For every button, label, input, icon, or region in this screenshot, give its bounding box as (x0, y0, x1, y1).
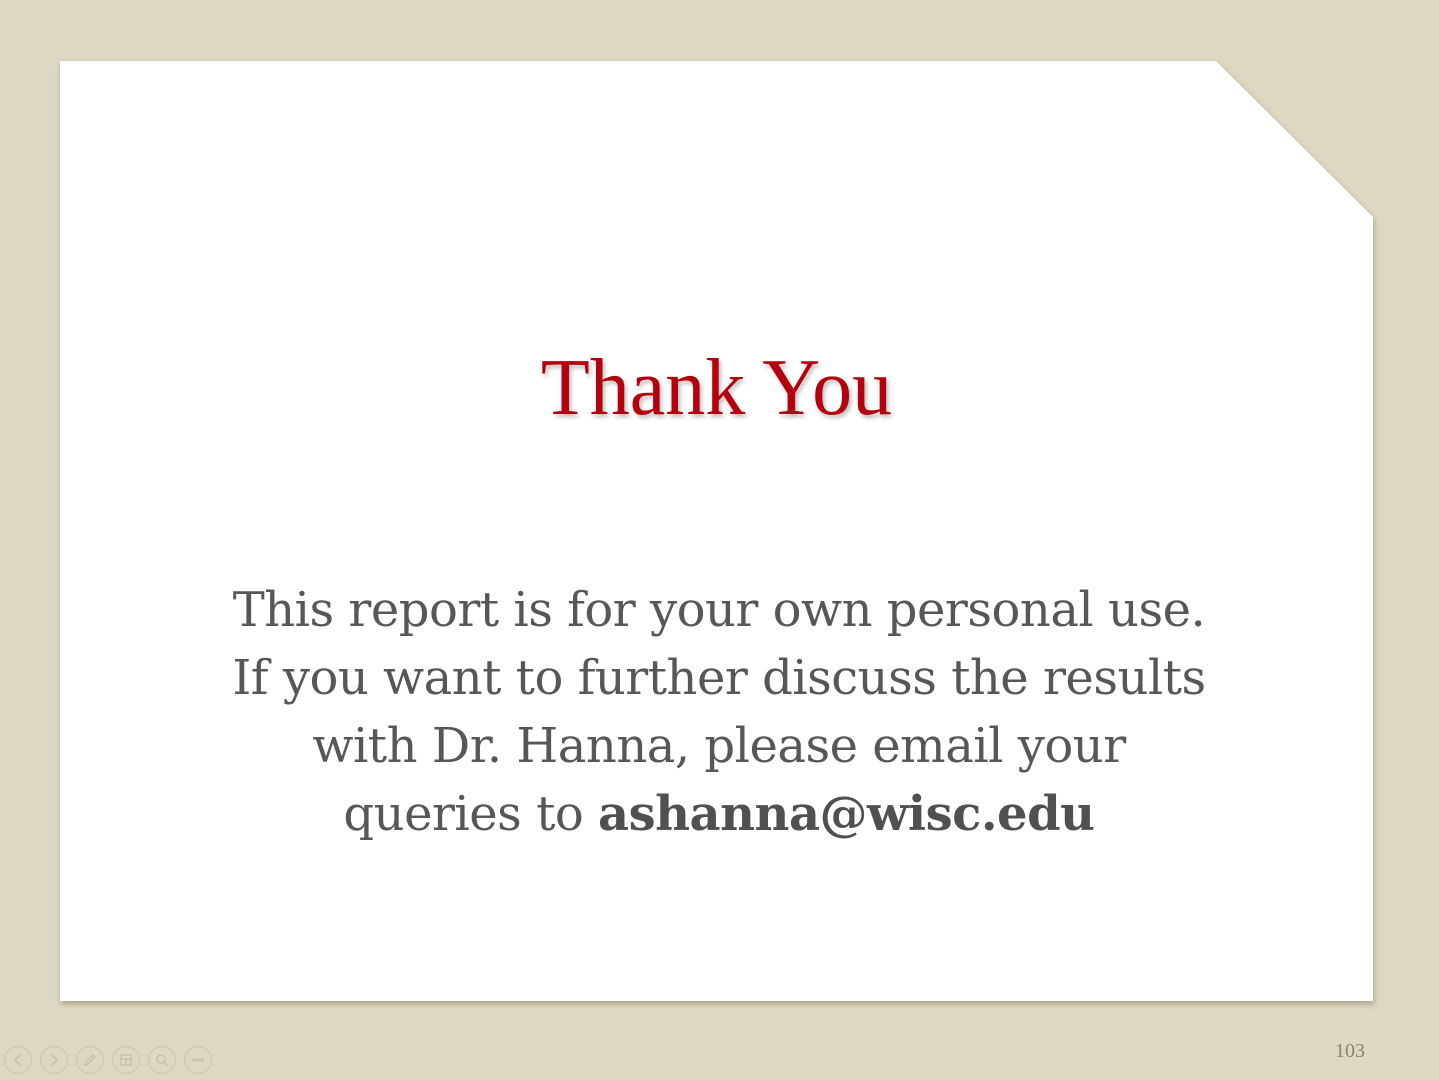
see-all-slides-button[interactable] (112, 1046, 140, 1074)
slide-body: This report is for your own personal use… (160, 576, 1278, 848)
previous-slide-button[interactable] (4, 1046, 32, 1074)
body-line-prefix: queries to (343, 786, 599, 842)
slide-frame: Thank You This report is for your own pe… (60, 61, 1373, 1001)
more-options-button[interactable] (184, 1046, 212, 1074)
grid-icon (120, 1054, 132, 1066)
pen-tool-button[interactable] (76, 1046, 104, 1074)
magnifier-icon (156, 1054, 169, 1067)
zoom-button[interactable] (148, 1046, 176, 1074)
body-line: This report is for your own personal use… (232, 582, 1206, 638)
arrow-right-icon (51, 1054, 59, 1066)
pen-icon (83, 1054, 96, 1067)
page-number: 103 (1335, 1040, 1365, 1062)
slide: Thank You This report is for your own pe… (60, 61, 1373, 1001)
body-line: with Dr. Hanna, please email your (312, 718, 1126, 774)
slide-title: Thank You (540, 344, 893, 432)
body-line: If you want to further discuss the resul… (232, 650, 1206, 706)
ellipsis-icon (192, 1058, 204, 1062)
slideshow-controls (4, 1046, 212, 1074)
arrow-left-icon (13, 1054, 21, 1066)
next-slide-button[interactable] (40, 1046, 68, 1074)
contact-email: ashanna@wisc.edu (598, 786, 1095, 842)
